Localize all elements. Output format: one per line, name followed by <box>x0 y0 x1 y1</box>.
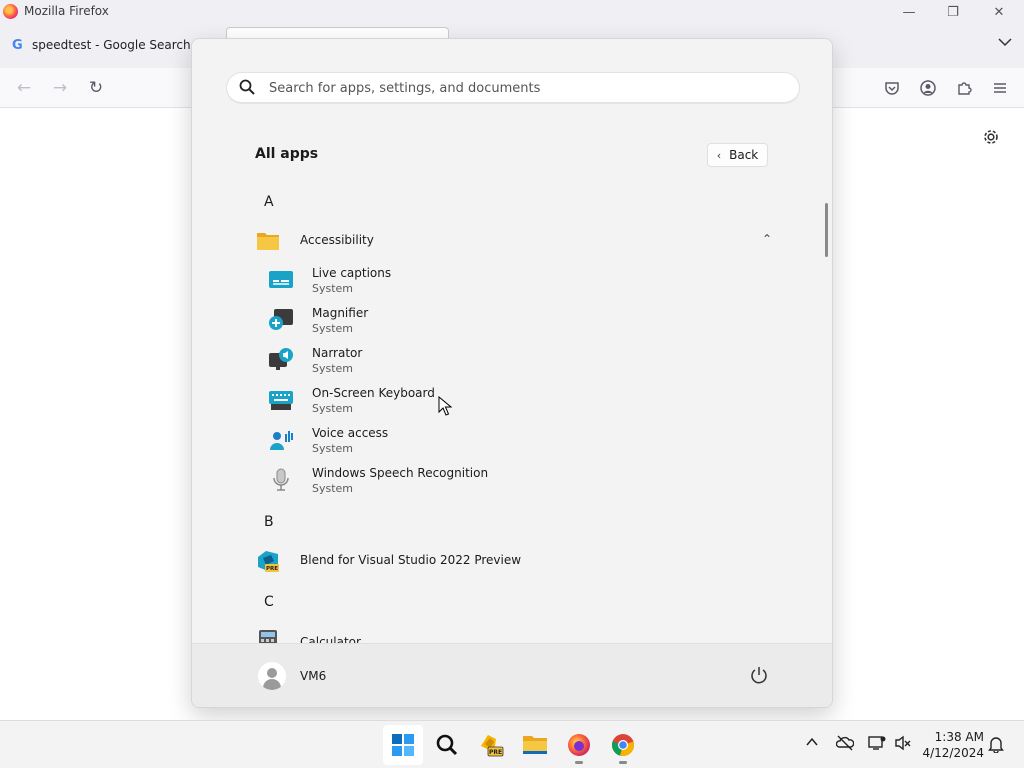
app-name: Live captions <box>312 266 392 280</box>
menu-icon[interactable] <box>988 76 1012 100</box>
app-calculator[interactable]: Calculator <box>244 621 784 643</box>
clock-time: 1:38 AM <box>934 730 984 744</box>
app-publisher: System <box>312 402 354 415</box>
minimize-button[interactable]: — <box>886 0 932 24</box>
taskbar-blend-preview[interactable]: PRE <box>471 725 511 765</box>
svg-text:PRE: PRE <box>489 749 502 756</box>
app-name: Windows Speech Recognition <box>312 466 489 480</box>
letter-header-b[interactable]: B <box>264 514 274 530</box>
app-name: Voice access <box>312 426 389 440</box>
keyboard-icon <box>269 391 293 410</box>
app-windows-speech-recognition[interactable]: Windows Speech Recognition System <box>256 461 776 501</box>
blend-icon: PRE <box>258 551 279 572</box>
magnifier-icon <box>269 309 293 330</box>
taskbar: PRE 1:38 AM 4/12/2024 <box>0 720 1024 768</box>
app-publisher: System <box>312 362 354 375</box>
user-icon <box>267 668 277 678</box>
running-indicator <box>575 761 583 764</box>
start-menu: All apps ‹ Back A Accessibility ⌃ Live c… <box>191 38 833 708</box>
microphone-icon <box>273 468 289 491</box>
avatar[interactable] <box>258 662 286 690</box>
folder-icon <box>257 233 279 250</box>
app-name: Blend for Visual Studio 2022 Preview <box>300 553 522 567</box>
show-hidden-icons-chevron-icon[interactable] <box>806 735 818 751</box>
app-name: On-Screen Keyboard <box>312 386 435 400</box>
power-icon[interactable] <box>748 665 770 687</box>
forward-arrow-icon[interactable]: → <box>48 76 72 100</box>
back-label: Back <box>729 148 759 162</box>
window-title: Mozilla Firefox <box>24 4 109 18</box>
all-apps-list: A Accessibility ⌃ Live captions System M… <box>192 179 822 643</box>
folder-accessibility[interactable]: Accessibility ⌃ <box>244 221 784 261</box>
app-on-screen-keyboard[interactable]: On-Screen Keyboard System <box>256 381 776 421</box>
clock[interactable]: 1:38 AM 4/12/2024 <box>922 729 984 761</box>
narrator-icon <box>269 348 293 370</box>
folder-icon <box>523 736 547 754</box>
tab-title: speedtest - Google Search <box>32 38 191 52</box>
taskbar-chrome[interactable] <box>603 725 643 765</box>
reload-icon[interactable]: ↻ <box>84 76 108 100</box>
search-button[interactable] <box>427 725 467 765</box>
app-blend-vs-2022-preview[interactable]: PRE Blend for Visual Studio 2022 Preview <box>244 541 784 581</box>
live-captions-icon <box>269 271 293 288</box>
app-publisher: System <box>312 482 354 495</box>
mouse-cursor-icon <box>438 396 452 416</box>
voice-access-icon <box>270 431 293 450</box>
pocket-icon[interactable] <box>880 76 904 100</box>
account-icon[interactable] <box>916 76 940 100</box>
close-button[interactable]: ✕ <box>976 0 1022 24</box>
list-all-tabs-icon[interactable] <box>998 36 1012 50</box>
app-publisher: System <box>312 282 354 295</box>
back-arrow-icon[interactable]: ← <box>12 76 36 100</box>
app-voice-access[interactable]: Voice access System <box>256 421 776 461</box>
app-name: Narrator <box>312 346 363 360</box>
onedrive-offline-icon[interactable] <box>835 735 855 755</box>
running-indicator <box>619 761 627 764</box>
folder-name: Accessibility <box>300 233 374 247</box>
google-favicon-icon: G <box>12 38 23 53</box>
all-apps-title: All apps <box>255 146 319 162</box>
firefox-titlebar: Mozilla Firefox — ❐ ✕ <box>0 0 1024 24</box>
chrome-icon <box>611 734 635 757</box>
app-publisher: System <box>312 442 354 455</box>
extensions-icon[interactable] <box>952 76 976 100</box>
search-icon <box>436 734 458 756</box>
user-name[interactable]: VM6 <box>300 669 326 683</box>
taskbar-firefox[interactable] <box>559 725 599 765</box>
search-input[interactable] <box>269 78 789 98</box>
app-magnifier[interactable]: Magnifier System <box>256 301 776 341</box>
letter-header-c[interactable]: C <box>264 594 274 610</box>
start-search-box[interactable] <box>226 72 800 104</box>
scrollbar-thumb[interactable] <box>825 203 828 257</box>
notifications-bell-icon[interactable] <box>988 735 1004 757</box>
blend-icon: PRE <box>481 735 504 757</box>
network-icon[interactable] <box>868 735 886 755</box>
chevron-up-icon[interactable]: ⌃ <box>762 232 772 246</box>
app-publisher: System <box>312 322 354 335</box>
svg-text:PRE: PRE <box>266 566 278 572</box>
letter-header-a[interactable]: A <box>264 194 274 210</box>
start-button[interactable] <box>383 725 423 765</box>
search-icon <box>239 79 255 95</box>
chevron-left-icon: ‹ <box>716 148 722 162</box>
restore-button[interactable]: ❐ <box>930 0 976 24</box>
calculator-icon <box>259 630 277 643</box>
app-name: Magnifier <box>312 306 369 320</box>
firefox-icon <box>568 734 590 756</box>
app-live-captions[interactable]: Live captions System <box>256 261 776 301</box>
app-narrator[interactable]: Narrator System <box>256 341 776 381</box>
start-footer: VM6 <box>192 643 832 707</box>
volume-muted-icon[interactable] <box>894 735 912 755</box>
taskbar-file-explorer[interactable] <box>515 725 555 765</box>
app-name: Calculator <box>300 635 361 643</box>
back-button[interactable]: ‹ Back <box>707 143 768 167</box>
clock-date: 4/12/2024 <box>922 746 984 760</box>
windows-logo-icon <box>392 734 414 756</box>
firefox-logo-icon <box>3 4 18 19</box>
gear-icon[interactable] <box>982 128 1000 151</box>
